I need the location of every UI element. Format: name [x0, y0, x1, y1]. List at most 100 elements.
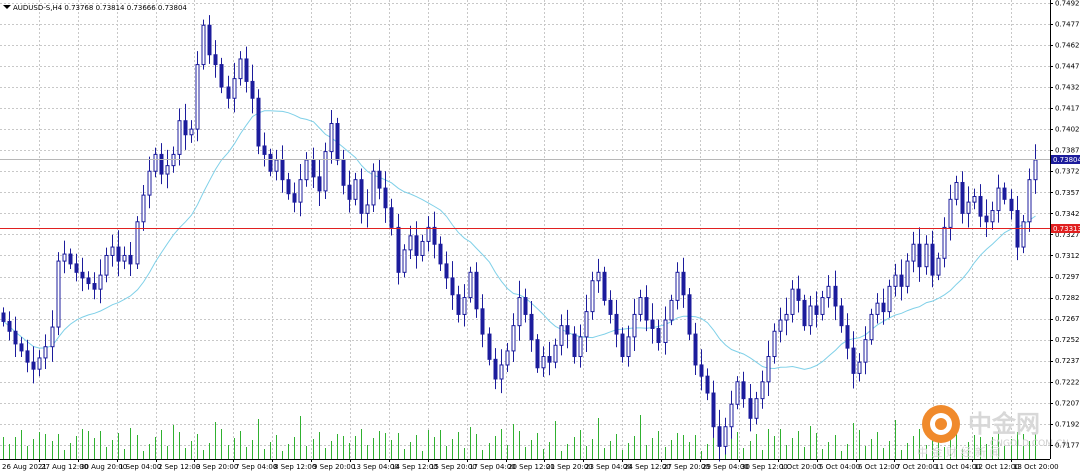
candle-bull [462, 297, 467, 315]
time-tick-label: 5 Oct 04:00 [819, 463, 860, 471]
candle-bull [499, 364, 504, 380]
candle-bear [19, 343, 24, 352]
watermark-slogan: 中 金 财 经 新 闻 [917, 445, 1000, 459]
candle-bull [141, 194, 146, 223]
candle-bull [426, 226, 431, 242]
chart-background [0, 0, 1080, 474]
price-tick-label: 0.72970 [1055, 273, 1080, 281]
candle-bear [207, 24, 212, 56]
candle-bear [183, 120, 188, 136]
candle-bear [256, 97, 261, 147]
price-tick-label: 0.72070 [1055, 399, 1080, 407]
candle-bull [274, 159, 279, 172]
candle-bear [262, 145, 267, 155]
candle-bull [772, 330, 777, 358]
time-tick-label: 6 Oct 12:00 [858, 463, 899, 471]
price-tick-label: 0.73870 [1055, 147, 1080, 155]
candle-bear [347, 184, 352, 200]
time-tick-label: 7 Sep 04:00 [235, 463, 277, 471]
candle-bear [7, 320, 12, 332]
price-tick-label: 0.74920 [1055, 0, 1080, 7]
candle-bear [851, 347, 856, 374]
candle-bull [766, 356, 771, 383]
candle-bull [760, 381, 765, 400]
candle-bear [529, 313, 534, 341]
watermark-logo-core [935, 418, 947, 430]
candle-bull [505, 350, 510, 366]
price-tick-label: 0.72520 [1055, 336, 1080, 344]
candle-bull [990, 210, 995, 223]
candle-bear [748, 398, 753, 419]
candle-bull [784, 313, 789, 321]
candle-bull [56, 260, 61, 328]
candle-bear [335, 123, 340, 161]
candle-bull [1021, 221, 1026, 248]
candle-bear [1002, 187, 1007, 200]
candle-bull [104, 254, 109, 276]
candle-bear [930, 243, 935, 276]
candle-bear [687, 294, 692, 335]
candle-bear [80, 271, 85, 279]
candle-bull [584, 311, 589, 338]
candle-bear [565, 325, 570, 335]
candle-bear [535, 339, 540, 369]
price-tick-label: 0.71770 [1055, 441, 1080, 449]
candle-bear [644, 297, 649, 321]
candle-bull [820, 297, 825, 315]
price-tick-label: 0.72370 [1055, 357, 1080, 365]
candle-bull [626, 336, 631, 358]
price-tick-label: 0.71920 [1055, 420, 1080, 428]
price-tick-label: 0.74170 [1055, 105, 1080, 113]
candle-bull [924, 243, 929, 268]
candle-bull [98, 274, 103, 290]
time-tick-label: 2 Sep 12:00 [158, 463, 200, 471]
candle-bull [936, 257, 941, 276]
candle-bear [960, 181, 965, 214]
candle-bull [468, 271, 473, 299]
candle-bear [128, 254, 133, 265]
price-tick-label: 0.74620 [1055, 41, 1080, 49]
candle-bear [286, 179, 291, 195]
candle-bull [638, 297, 643, 315]
candle-bear [523, 297, 528, 315]
candle-bear [802, 299, 807, 327]
candle-bull [298, 179, 303, 203]
candle-bull [402, 249, 407, 273]
candle-bull [948, 198, 953, 228]
candle-bear [881, 302, 886, 313]
candle-bear [92, 283, 97, 290]
candle-bear [317, 176, 322, 192]
candle-bull [996, 187, 1001, 212]
candle-bear [978, 196, 983, 217]
candle-bear [493, 358, 498, 380]
candle-bull [578, 336, 583, 358]
candle-bear [487, 333, 492, 360]
symbol-info: AUDUSD-S,H4 0.73768 0.73814 0.73666 0.73… [13, 4, 187, 12]
price-tick-label: 0.74470 [1055, 62, 1080, 70]
candle-bull [304, 159, 309, 181]
candle-bull [420, 240, 425, 256]
candle-bull [863, 339, 868, 363]
candle-bear [602, 271, 607, 301]
candle-bear [13, 330, 18, 345]
candle-bull [887, 285, 892, 313]
candle-bear [341, 159, 346, 186]
candle-bull [905, 260, 910, 287]
candle-bull [559, 325, 564, 346]
candlestick-chart[interactable]: 中金网 CNGOLD.COM.CN 中 金 财 经 新 闻 0.749200.7… [0, 0, 1080, 474]
candle-bull [50, 326, 55, 348]
candle-bear [311, 159, 316, 178]
candle-bear [741, 381, 746, 400]
candle-bull [408, 235, 413, 251]
candle-bear [86, 277, 91, 285]
candle-bull [778, 319, 783, 332]
candle-bull [511, 325, 516, 352]
candle-bear [711, 392, 716, 428]
candle-bear [444, 263, 449, 279]
chart-window[interactable]: 中金网 CNGOLD.COM.CN 中 金 财 经 新 闻 0.749200.7… [0, 0, 1080, 474]
candle-bull [857, 361, 862, 374]
candle-bull [826, 285, 831, 299]
candle-bull [729, 403, 734, 428]
candle-bear [396, 226, 401, 273]
price-tick-label: 0.74320 [1055, 84, 1080, 92]
